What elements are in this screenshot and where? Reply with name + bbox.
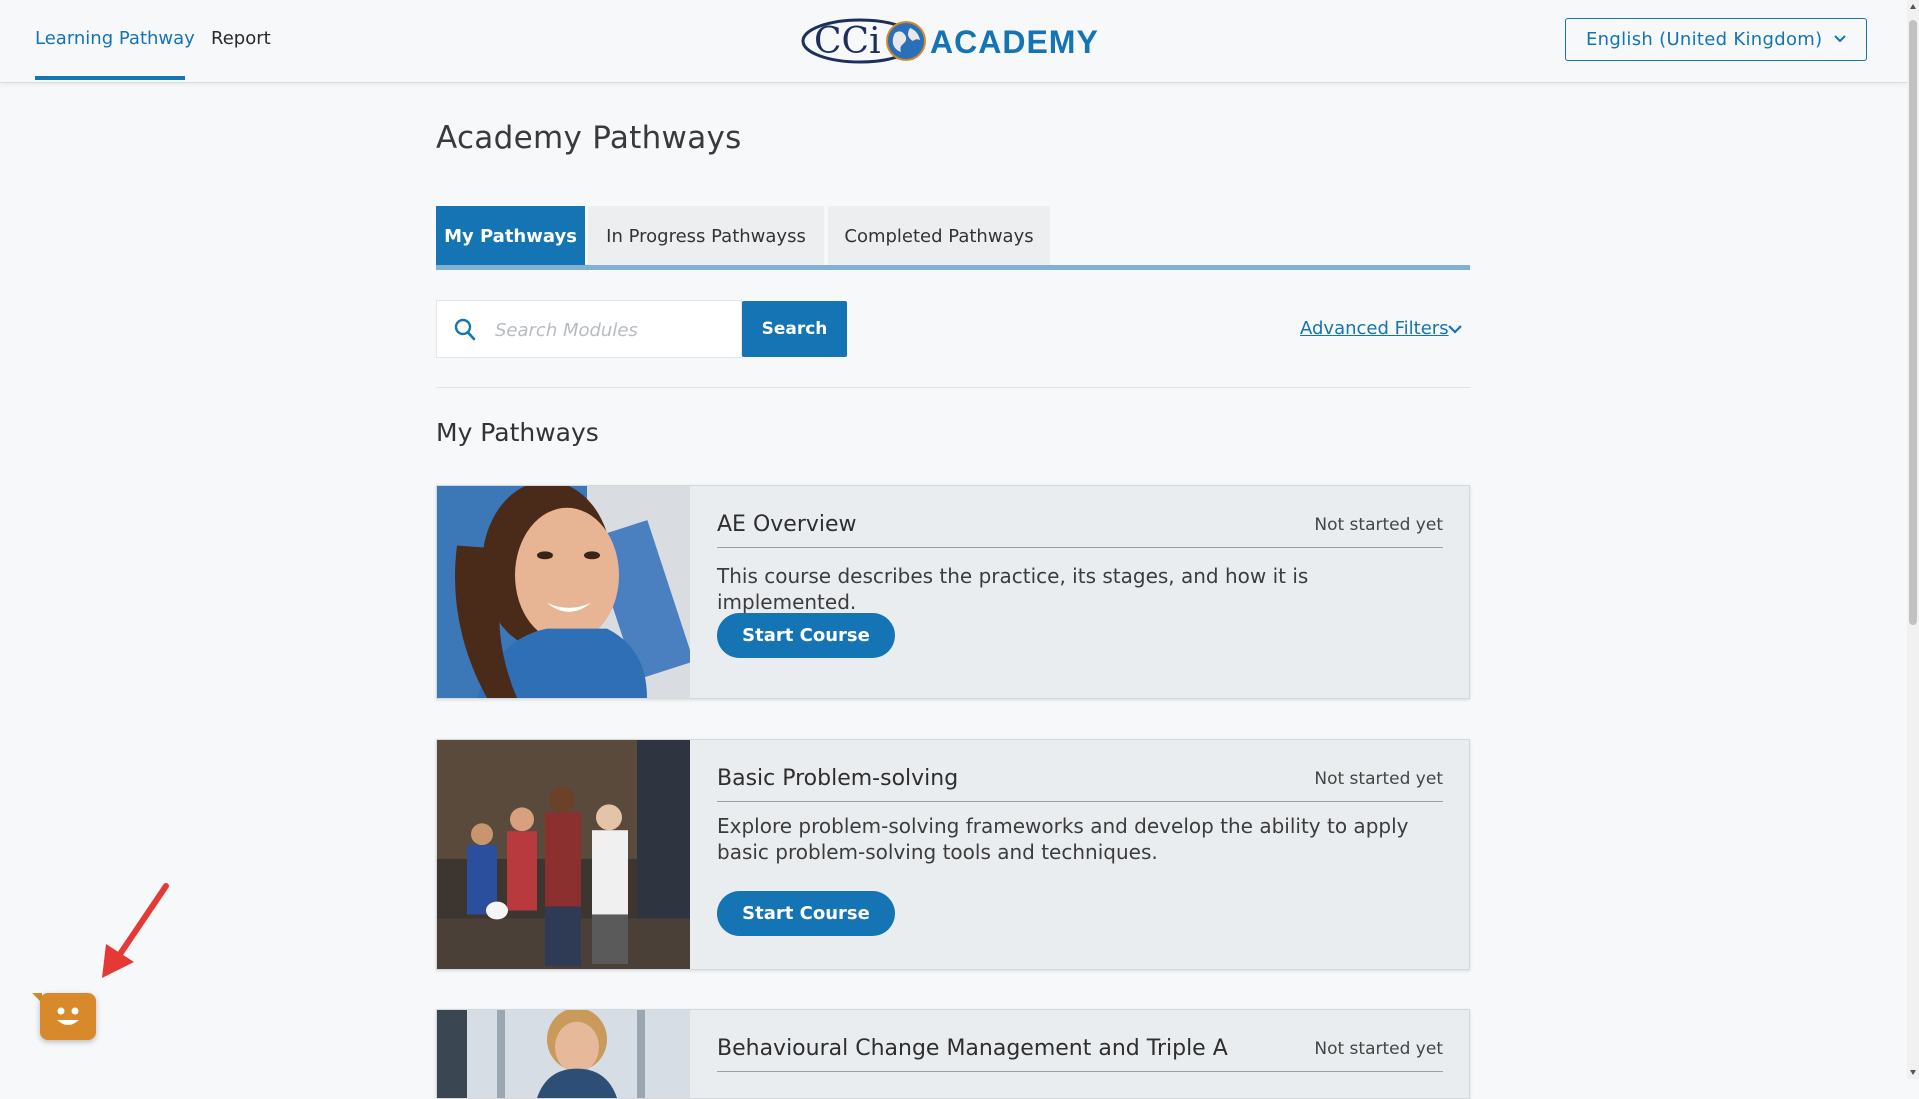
course-status: Not started yet xyxy=(1314,1039,1443,1059)
annotation-arrow xyxy=(102,883,169,978)
scroll-up-icon[interactable] xyxy=(1910,4,1916,9)
course-title-rule xyxy=(717,1071,1443,1072)
chat-launcher-button[interactable] xyxy=(40,993,96,1040)
chevron-down-icon xyxy=(1834,35,1846,43)
course-status: Not started yet xyxy=(1314,515,1443,535)
page-title: Academy Pathways xyxy=(436,120,742,156)
start-course-button[interactable]: Start Course xyxy=(717,891,895,936)
section-divider xyxy=(436,387,1470,388)
course-card: Basic Problem-solving Not started yet Ex… xyxy=(436,739,1470,970)
logo-academy-text: ACADEMY xyxy=(930,24,1099,60)
nav-report[interactable]: Report xyxy=(211,28,271,49)
course-image-smiling-woman xyxy=(437,486,690,698)
course-description: Explore problem-solving frameworks and d… xyxy=(717,814,1409,864)
course-title[interactable]: Behavioural Change Management and Triple… xyxy=(717,1036,1228,1061)
scroll-down-icon[interactable] xyxy=(1910,1070,1916,1075)
course-title[interactable]: AE Overview xyxy=(717,512,857,537)
search-box xyxy=(436,300,742,358)
smiley-face-icon xyxy=(57,1007,79,1025)
start-course-button[interactable]: Start Course xyxy=(717,613,895,658)
course-title-rule xyxy=(717,801,1443,802)
section-title: My Pathways xyxy=(436,418,599,447)
page-scrollbar[interactable] xyxy=(1907,0,1919,1079)
search-button[interactable]: Search xyxy=(742,301,847,357)
tabs-underline xyxy=(436,265,1470,270)
course-title[interactable]: Basic Problem-solving xyxy=(717,766,958,791)
chevron-down-icon[interactable] xyxy=(1446,320,1464,338)
globe-icon xyxy=(886,21,926,61)
course-card: Behavioural Change Management and Triple… xyxy=(436,1009,1470,1099)
cci-academy-logo[interactable]: CCi ACADEMY xyxy=(800,16,1105,66)
course-image-warehouse-team xyxy=(437,740,690,969)
search-input[interactable] xyxy=(493,315,732,345)
top-navigation-bar: Learning Pathway Report CCi ACADEMY Engl… xyxy=(0,0,1907,83)
course-status: Not started yet xyxy=(1314,769,1443,789)
search-icon xyxy=(454,318,476,341)
nav-learning-pathway[interactable]: Learning Pathway xyxy=(35,28,195,49)
nav-active-indicator xyxy=(35,76,185,80)
language-select[interactable]: English (United Kingdom) xyxy=(1565,18,1867,61)
course-image-office-woman xyxy=(437,1010,690,1098)
course-card: AE Overview Not started yet This course … xyxy=(436,485,1470,699)
course-title-rule xyxy=(717,547,1443,548)
tab-in-progress-pathways[interactable]: In Progress Pathwayss xyxy=(588,206,824,266)
language-selected-value: English (United Kingdom) xyxy=(1586,29,1823,50)
tab-completed-pathways[interactable]: Completed Pathways xyxy=(828,206,1050,266)
logo-cci-text: CCi xyxy=(814,21,881,62)
scrollbar-thumb[interactable] xyxy=(1909,20,1917,625)
advanced-filters-link[interactable]: Advanced Filters xyxy=(1300,318,1449,339)
course-description: This course describes the practice, its … xyxy=(717,564,1309,614)
tab-my-pathways[interactable]: My Pathways xyxy=(436,206,585,266)
